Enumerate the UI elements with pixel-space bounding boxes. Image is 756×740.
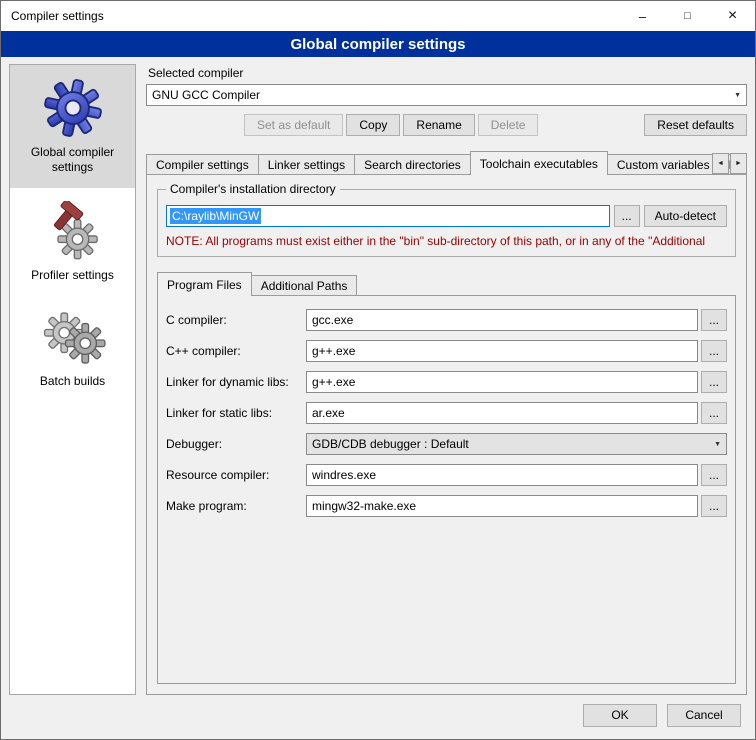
- dynamic-linker-input[interactable]: [306, 371, 698, 393]
- resource-compiler-browse-button[interactable]: ...: [701, 464, 727, 486]
- bin-subdirectory-note: NOTE: All programs must exist either in …: [166, 234, 727, 248]
- installation-directory-group: Compiler's installation directory C:\ray…: [157, 189, 736, 257]
- resource-compiler-label: Resource compiler:: [166, 468, 306, 482]
- auto-detect-button[interactable]: Auto-detect: [644, 205, 727, 227]
- close-icon[interactable]: ×: [710, 1, 755, 31]
- tab-linker-settings[interactable]: Linker settings: [258, 154, 355, 174]
- static-linker-browse-button[interactable]: ...: [701, 402, 727, 424]
- dynamic-linker-label: Linker for dynamic libs:: [166, 375, 306, 389]
- tab-program-files[interactable]: Program Files: [157, 272, 252, 296]
- selected-compiler-combobox[interactable]: GNU GCC Compiler ▼: [146, 84, 747, 106]
- sidebar-item-label: Global compiler settings: [14, 145, 131, 175]
- make-program-label: Make program:: [166, 499, 306, 513]
- field-row-static-linker: Linker for static libs: ...: [166, 402, 727, 424]
- batch-builds-icon: [38, 309, 108, 367]
- tab-scroll-left-icon[interactable]: ◄: [712, 153, 729, 174]
- selected-compiler-value: GNU GCC Compiler: [152, 88, 260, 102]
- field-row-dynamic-linker: Linker for dynamic libs: ...: [166, 371, 727, 393]
- sidebar-item-profiler-settings[interactable]: Profiler settings: [10, 188, 135, 296]
- window-title: Compiler settings: [1, 9, 104, 23]
- debugger-value: GDB/CDB debugger : Default: [312, 437, 469, 451]
- field-row-debugger: Debugger: GDB/CDB debugger : Default ▼: [166, 433, 727, 455]
- tab-custom-variables[interactable]: Custom variables: [607, 154, 720, 174]
- resource-compiler-input[interactable]: [306, 464, 698, 486]
- dialog-footer: OK Cancel: [1, 699, 755, 739]
- tab-search-directories[interactable]: Search directories: [354, 154, 471, 174]
- tab-scroll-buttons: ◄ ►: [711, 153, 747, 174]
- cpp-compiler-input[interactable]: [306, 340, 698, 362]
- installation-directory-row: C:\raylib\MinGW ... Auto-detect: [166, 205, 727, 227]
- selected-compiler-label: Selected compiler: [148, 66, 747, 80]
- cpp-compiler-label: C++ compiler:: [166, 344, 306, 358]
- cancel-button[interactable]: Cancel: [667, 704, 741, 727]
- install-dir-browse-button[interactable]: ...: [614, 205, 640, 227]
- main-panel: Selected compiler GNU GCC Compiler ▼ Set…: [146, 64, 747, 695]
- delete-button: Delete: [478, 114, 539, 136]
- static-linker-input[interactable]: [306, 402, 698, 424]
- compiler-actions: Set as default Copy Rename Delete Reset …: [146, 114, 747, 136]
- sidebar-item-label: Batch builds: [40, 374, 105, 389]
- install-dir-value: C:\raylib\MinGW: [170, 208, 261, 224]
- debugger-combobox[interactable]: GDB/CDB debugger : Default ▼: [306, 433, 727, 455]
- ok-button[interactable]: OK: [583, 704, 657, 727]
- tab-additional-paths[interactable]: Additional Paths: [251, 275, 358, 295]
- chevron-down-icon: ▼: [728, 92, 741, 99]
- reset-defaults-button[interactable]: Reset defaults: [644, 114, 747, 136]
- c-compiler-label: C compiler:: [166, 313, 306, 327]
- field-row-make-program: Make program: ...: [166, 495, 727, 517]
- field-row-c-compiler: C compiler: ...: [166, 309, 727, 331]
- titlebar[interactable]: Compiler settings – □ ×: [1, 1, 755, 31]
- maximize-icon[interactable]: □: [665, 1, 710, 31]
- program-files-panel: C compiler: ... C++ compiler: ... Linker…: [157, 295, 736, 684]
- sidebar-item-global-compiler-settings[interactable]: Global compiler settings: [10, 65, 135, 188]
- profiler-icon: [44, 201, 102, 261]
- make-program-browse-button[interactable]: ...: [701, 495, 727, 517]
- main-tab-strip: Compiler settings Linker settings Search…: [146, 150, 747, 175]
- chevron-down-icon: ▼: [708, 441, 721, 448]
- set-as-default-button: Set as default: [244, 114, 343, 136]
- sidebar-item-batch-builds[interactable]: Batch builds: [10, 296, 135, 402]
- sidebar-item-label: Profiler settings: [31, 268, 114, 283]
- installation-directory-group-title: Compiler's installation directory: [166, 182, 340, 196]
- c-compiler-browse-button[interactable]: ...: [701, 309, 727, 331]
- tab-compiler-settings[interactable]: Compiler settings: [146, 154, 259, 174]
- field-row-resource-compiler: Resource compiler: ...: [166, 464, 727, 486]
- dialog-content: Global compiler settings Profiler settin…: [1, 57, 755, 699]
- static-linker-label: Linker for static libs:: [166, 406, 306, 420]
- install-dir-input[interactable]: C:\raylib\MinGW: [166, 205, 610, 227]
- page-title: Global compiler settings: [1, 31, 755, 57]
- rename-button[interactable]: Rename: [403, 114, 474, 136]
- make-program-input[interactable]: [306, 495, 698, 517]
- dynamic-linker-browse-button[interactable]: ...: [701, 371, 727, 393]
- gear-icon: [41, 78, 105, 138]
- tab-scroll-right-icon[interactable]: ►: [730, 153, 747, 174]
- window-controls: – □ ×: [620, 1, 755, 31]
- minimize-icon[interactable]: –: [620, 1, 665, 31]
- cpp-compiler-browse-button[interactable]: ...: [701, 340, 727, 362]
- toolchain-executables-panel: Compiler's installation directory C:\ray…: [146, 174, 747, 695]
- copy-button[interactable]: Copy: [346, 114, 400, 136]
- c-compiler-input[interactable]: [306, 309, 698, 331]
- field-row-cpp-compiler: C++ compiler: ...: [166, 340, 727, 362]
- settings-category-sidebar: Global compiler settings Profiler settin…: [9, 64, 136, 695]
- program-files-tab-strip: Program Files Additional Paths: [157, 271, 736, 296]
- debugger-label: Debugger:: [166, 437, 306, 451]
- tab-toolchain-executables[interactable]: Toolchain executables: [470, 151, 608, 175]
- compiler-settings-window: Compiler settings – □ × Global compiler …: [0, 0, 756, 740]
